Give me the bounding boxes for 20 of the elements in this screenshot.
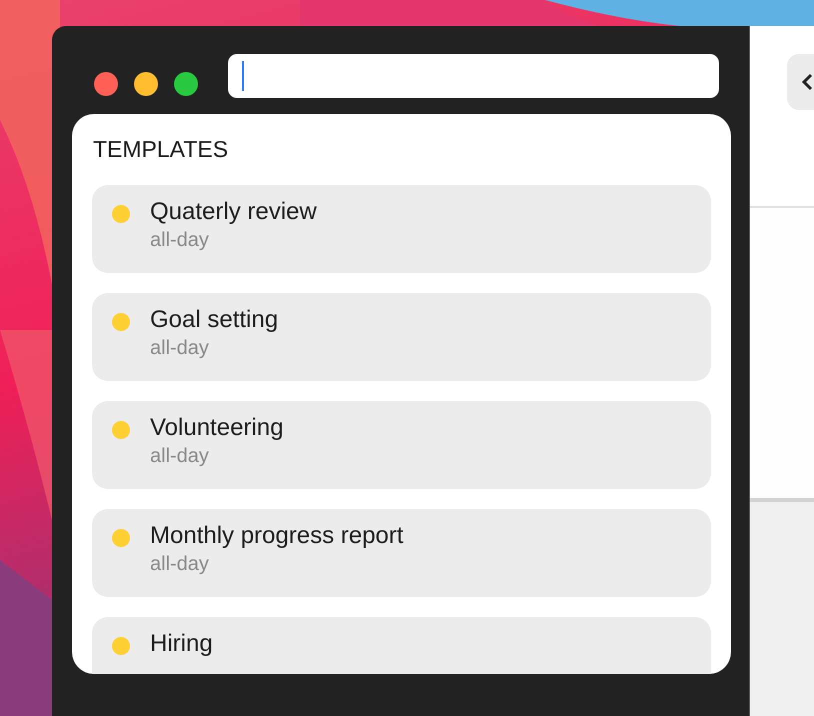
zoom-button[interactable] (174, 72, 198, 96)
chevron-left-icon (801, 73, 813, 91)
template-title: Quaterly review (150, 197, 317, 227)
template-title: Volunteering (150, 413, 284, 443)
template-card[interactable]: Volunteering all-day (92, 401, 711, 489)
template-duration: all-day (150, 228, 210, 253)
template-card[interactable]: Quaterly review all-day (92, 185, 711, 273)
template-title: Goal setting (150, 305, 278, 335)
search-field[interactable] (228, 54, 719, 98)
template-card[interactable]: Monthly progress report all-day (92, 509, 711, 597)
template-duration: all-day (150, 552, 210, 577)
template-title: Monthly progress report (150, 521, 404, 551)
template-card[interactable]: Goal setting all-day (92, 293, 711, 381)
close-button[interactable] (94, 72, 118, 96)
template-card[interactable]: Hiring (92, 617, 711, 674)
template-duration: all-day (150, 336, 210, 361)
template-duration: all-day (150, 444, 210, 469)
template-title: Hiring (150, 629, 213, 659)
minimize-button[interactable] (134, 72, 158, 96)
section-heading: TEMPLATES (92, 136, 230, 163)
